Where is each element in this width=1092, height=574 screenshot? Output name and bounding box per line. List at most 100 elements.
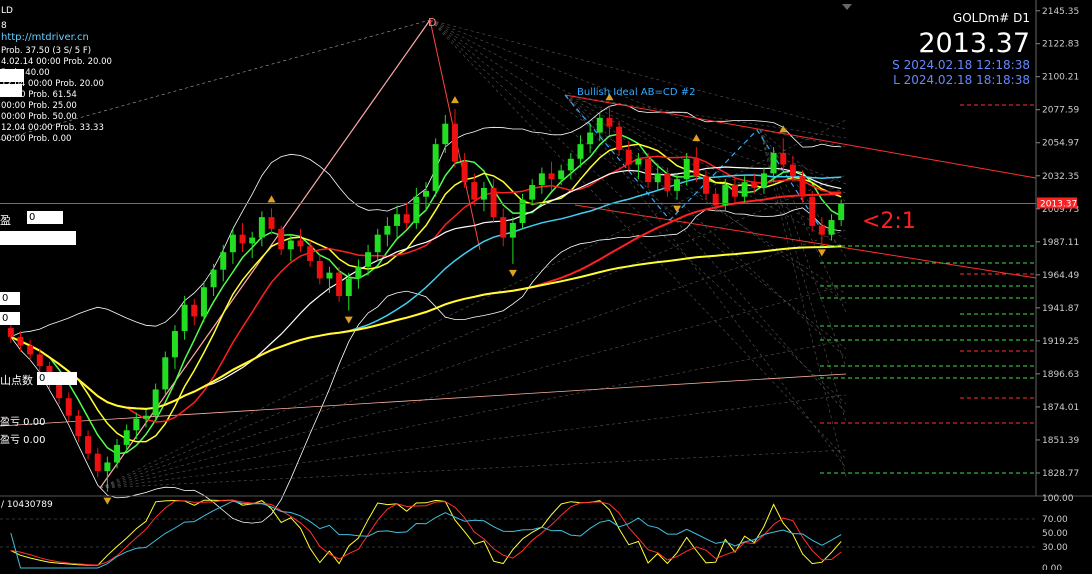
candle-body — [538, 173, 545, 186]
candle-body — [838, 203, 845, 221]
symbol-label: GOLDm# D1 — [953, 11, 1030, 25]
vendor-link[interactable]: http://mtdriver.cn — [1, 32, 89, 43]
candle-body — [577, 144, 584, 159]
prob-line: 12.04 00:00 Prob. 33.33 — [1, 123, 104, 133]
panel-value-1[interactable]: 0 — [27, 211, 63, 224]
candle-body — [731, 185, 738, 197]
price-tick-label: 1941.87 — [1042, 304, 1079, 314]
candle-body — [94, 453, 101, 472]
panel-value-2[interactable]: 0 — [0, 292, 20, 305]
candle-body — [307, 246, 314, 261]
candle-body — [471, 182, 478, 200]
candle-body — [297, 240, 304, 247]
panel-value-4[interactable]: 0 — [37, 372, 77, 385]
candle-body — [249, 237, 256, 244]
panel-label-1: 盈 — [0, 214, 11, 227]
prob-line: 00:00 Prob. 50.00 — [1, 112, 77, 122]
corner-label-2: 8 — [1, 21, 7, 31]
candle-body — [567, 158, 574, 171]
osc-tick-label: 0.00 — [1042, 564, 1062, 570]
candle-body — [751, 182, 758, 188]
candle-body — [210, 269, 217, 288]
panel-label-5: 盈亏 0.00 — [0, 417, 46, 428]
candle-body — [104, 462, 111, 472]
candle-body — [548, 173, 555, 180]
candle-body — [500, 217, 507, 238]
price-tick-label: 1896.63 — [1042, 370, 1079, 380]
candle-body — [625, 149, 632, 165]
prob-line: 00:00 Prob. 25.00 — [1, 101, 77, 111]
current-price-tag-text: 2013.37 — [1040, 199, 1077, 209]
candle-body — [529, 185, 536, 200]
candle-body — [645, 158, 652, 183]
panel-value-3[interactable]: 0 — [0, 312, 20, 325]
candle-body — [239, 234, 246, 244]
candle-body — [451, 123, 458, 162]
candle-body — [760, 173, 767, 188]
candle-body — [509, 222, 516, 238]
candle-body — [780, 152, 787, 165]
candle-body — [558, 170, 565, 180]
osc-tick-label: 70.00 — [1042, 515, 1068, 525]
candle-body — [355, 266, 362, 279]
panel-box-b — [0, 84, 22, 97]
candle-body — [152, 389, 159, 416]
candle-body — [703, 176, 709, 194]
price-tick-label: 2077.59 — [1042, 106, 1079, 116]
candle-body — [316, 260, 323, 279]
candle-body — [7, 328, 14, 337]
session-l-label: L 2024.02.18 18:18:38 — [893, 73, 1030, 87]
candle-body — [606, 117, 613, 127]
candle-body — [828, 220, 835, 235]
candle-body — [683, 158, 690, 180]
price-tick-label: 2100.21 — [1042, 73, 1079, 83]
candle-body — [423, 190, 429, 197]
candle-body — [287, 240, 294, 250]
osc-tick-label: 50.00 — [1042, 529, 1068, 539]
candle-body — [654, 173, 661, 183]
candle-body — [432, 144, 439, 191]
price-tick-label: 2054.97 — [1042, 139, 1079, 149]
oscillator-label: / 10430789 — [1, 500, 53, 510]
candle-body — [336, 272, 343, 296]
panel-input-1[interactable] — [0, 231, 76, 245]
candle-body — [56, 383, 63, 399]
candle-body — [345, 278, 352, 296]
corner-label-1: LD — [1, 6, 13, 16]
candle-body — [326, 272, 333, 279]
candle-body — [442, 123, 449, 145]
price-chart: 2145.35 2122.83 2100.21 2077.59 2054.97 2032.… — [0, 0, 1092, 574]
candle-body — [809, 196, 816, 226]
price-tick-label: 1919.25 — [1042, 337, 1079, 347]
price-tick-label: 1851.39 — [1042, 436, 1079, 446]
candle-body — [664, 173, 671, 191]
candle-body — [268, 217, 275, 229]
candle-body — [374, 234, 381, 253]
candle-body — [674, 179, 681, 191]
price-tick-label: 2032.35 — [1042, 172, 1079, 182]
price-axis-labels: 2145.35 2122.83 2100.21 2077.59 2054.97 2032.… — [1036, 7, 1079, 479]
candle-body — [258, 217, 265, 238]
candle-body — [17, 336, 24, 346]
candle-body — [480, 187, 487, 200]
candle-body — [818, 225, 825, 235]
candle-body — [789, 164, 796, 177]
prob-line: Prob. 37.50 (3 S/ 5 F) — [1, 46, 91, 56]
candle-body — [365, 252, 372, 267]
price-tick-label: 1964.49 — [1042, 271, 1079, 281]
candle-body — [133, 418, 140, 431]
pattern-label: Bullish Ideal AB=CD #2 — [577, 87, 695, 98]
candle-body — [162, 357, 169, 390]
candle-body — [461, 161, 468, 183]
candle-body — [123, 430, 130, 445]
candle-body — [220, 252, 227, 270]
candle-body — [722, 185, 729, 206]
candle-body — [181, 304, 188, 332]
prob-line: 00:00 Prob. 0.00 — [1, 134, 71, 144]
candle-body — [171, 331, 178, 358]
prob-line: 4.02.14 00:00 Prob. 20.00 — [1, 57, 112, 67]
candle-body — [191, 304, 198, 317]
candle-body — [384, 225, 391, 235]
osc-tick-label: 100.00 — [1042, 494, 1074, 504]
price-display: 2013.37 — [918, 28, 1030, 59]
